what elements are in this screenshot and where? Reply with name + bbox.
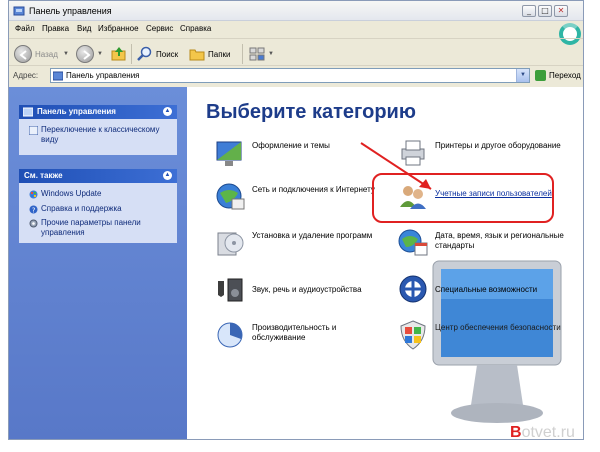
panel-header[interactable]: Панель управления ▲ <box>19 105 177 119</box>
maximize-button[interactable]: □ <box>538 5 552 17</box>
search-icon[interactable] <box>137 46 153 62</box>
toolbar-separator <box>131 44 132 64</box>
category-security-center-label[interactable]: Центр обеспечения безопасности <box>435 323 575 333</box>
page-title: Выберите категорию <box>206 101 416 123</box>
performance-icon <box>217 322 243 348</box>
control-panel-task-pane: Панель управления ▲ Переключение к класс… <box>19 105 177 155</box>
category-appearance-label[interactable]: Оформление и темы <box>252 141 330 151</box>
back-label[interactable]: Назад <box>35 50 58 59</box>
category-accessibility[interactable]: Специальные возможности <box>397 273 577 309</box>
category-sound[interactable]: Звук, речь и аудиоустройства <box>214 273 394 309</box>
other-options-link[interactable]: Прочие параметры панели управления <box>29 218 169 238</box>
classic-view-label[interactable]: Переключение к классическому виду <box>29 125 169 145</box>
go-label: Переход <box>549 71 581 80</box>
watermark-text: otvet.ru <box>521 424 575 441</box>
back-arrow-icon <box>19 50 27 60</box>
back-button[interactable] <box>14 45 32 63</box>
category-performance-label[interactable]: Производительность и обслуживание <box>252 323 392 343</box>
menu-favorites[interactable]: Избранное <box>98 24 139 33</box>
toolbar: Назад ▼ ▼ Поиск Папки ▼ <box>9 38 583 66</box>
watermark: Botvet.ru <box>510 424 575 442</box>
back-dropdown-icon[interactable]: ▼ <box>63 51 69 57</box>
address-input[interactable]: Панель управления ▼ <box>50 68 530 83</box>
category-programs[interactable]: Установка и удаление программ <box>214 227 394 263</box>
collapse-icon[interactable]: ▲ <box>163 107 172 116</box>
category-printers-label[interactable]: Принтеры и другое оборудование <box>435 141 575 151</box>
folders-button[interactable]: Папки <box>208 50 231 59</box>
title-bar[interactable]: Панель управления _ □ ✕ <box>9 1 583 21</box>
see-also-header[interactable]: См. также ▲ <box>19 169 177 183</box>
up-folder-icon[interactable] <box>111 46 127 62</box>
address-label: Адрес: <box>13 71 39 80</box>
network-icon <box>216 183 245 210</box>
classic-view-link[interactable]: Переключение к классическому виду <box>29 125 169 145</box>
accessibility-icon <box>399 275 427 303</box>
help-support-label[interactable]: Справка и поддержка <box>29 204 169 214</box>
control-panel-window: Панель управления _ □ ✕ Файл Правка Вид … <box>8 0 584 440</box>
folders-icon[interactable] <box>189 46 205 62</box>
menu-view[interactable]: Вид <box>77 24 91 33</box>
watermark-initial: B <box>510 424 522 441</box>
classic-view-icon <box>29 126 38 135</box>
menu-file[interactable]: Файл <box>15 24 35 33</box>
main-content: Выберите категорию Оформление и темы Сет… <box>187 87 583 439</box>
svg-text:?: ? <box>32 206 36 214</box>
windows-update-link[interactable]: Windows Update <box>29 189 169 199</box>
sound-icon <box>218 278 243 302</box>
date-time-icon <box>398 229 428 256</box>
control-panel-icon <box>13 6 25 16</box>
windows-update-icon <box>29 190 38 199</box>
settings-icon <box>29 219 38 228</box>
minimize-button[interactable]: _ <box>522 5 536 17</box>
appearance-icon <box>216 141 242 166</box>
forward-button[interactable] <box>76 45 94 63</box>
address-dropdown-icon[interactable]: ▼ <box>516 69 529 82</box>
help-icon: ? <box>29 205 38 214</box>
panel-title: Панель управления <box>37 107 116 116</box>
windows-update-label[interactable]: Windows Update <box>29 189 169 199</box>
category-accessibility-label[interactable]: Специальные возможности <box>435 285 575 295</box>
address-value[interactable]: Панель управления <box>66 71 140 80</box>
security-center-icon <box>400 320 426 350</box>
other-options-label[interactable]: Прочие параметры панели управления <box>29 218 169 238</box>
menu-tools[interactable]: Сервис <box>146 24 173 33</box>
forward-arrow-icon <box>83 50 91 60</box>
views-icon[interactable] <box>249 46 265 62</box>
help-support-link[interactable]: ? Справка и поддержка <box>29 204 169 214</box>
category-date-time[interactable]: Дата, время, язык и региональные стандар… <box>397 227 577 263</box>
control-panel-icon <box>53 71 63 81</box>
window-title: Панель управления <box>29 6 112 16</box>
category-date-time-label[interactable]: Дата, время, язык и региональные стандар… <box>435 231 575 251</box>
search-button[interactable]: Поиск <box>156 50 178 59</box>
control-panel-icon <box>23 107 33 117</box>
annotation-arrow <box>360 142 432 190</box>
close-button[interactable]: ✕ <box>554 5 568 17</box>
see-also-task-pane: См. также ▲ Windows Update ? Справка и п… <box>19 169 177 243</box>
category-sound-label[interactable]: Звук, речь и аудиоустройства <box>252 285 392 295</box>
menu-bar: Файл Правка Вид Избранное Сервис Справка <box>9 22 549 36</box>
go-button[interactable]: Переход <box>533 69 583 83</box>
category-security-center[interactable]: Центр обеспечения безопасности <box>397 319 577 355</box>
see-also-title: См. также <box>24 171 63 180</box>
menu-help[interactable]: Справка <box>180 24 211 33</box>
collapse-icon[interactable]: ▲ <box>163 171 172 180</box>
toolbar-separator <box>242 44 243 64</box>
address-bar: Адрес: Панель управления ▼ Переход <box>9 67 583 85</box>
menu-edit[interactable]: Правка <box>42 24 69 33</box>
go-arrow-icon <box>535 70 546 81</box>
views-dropdown-icon[interactable]: ▼ <box>268 51 274 57</box>
programs-icon <box>217 232 244 256</box>
forward-dropdown-icon[interactable]: ▼ <box>97 51 103 57</box>
category-programs-label[interactable]: Установка и удаление программ <box>252 231 392 241</box>
sidebar: Панель управления ▲ Переключение к класс… <box>9 87 187 439</box>
category-performance[interactable]: Производительность и обслуживание <box>214 319 394 355</box>
